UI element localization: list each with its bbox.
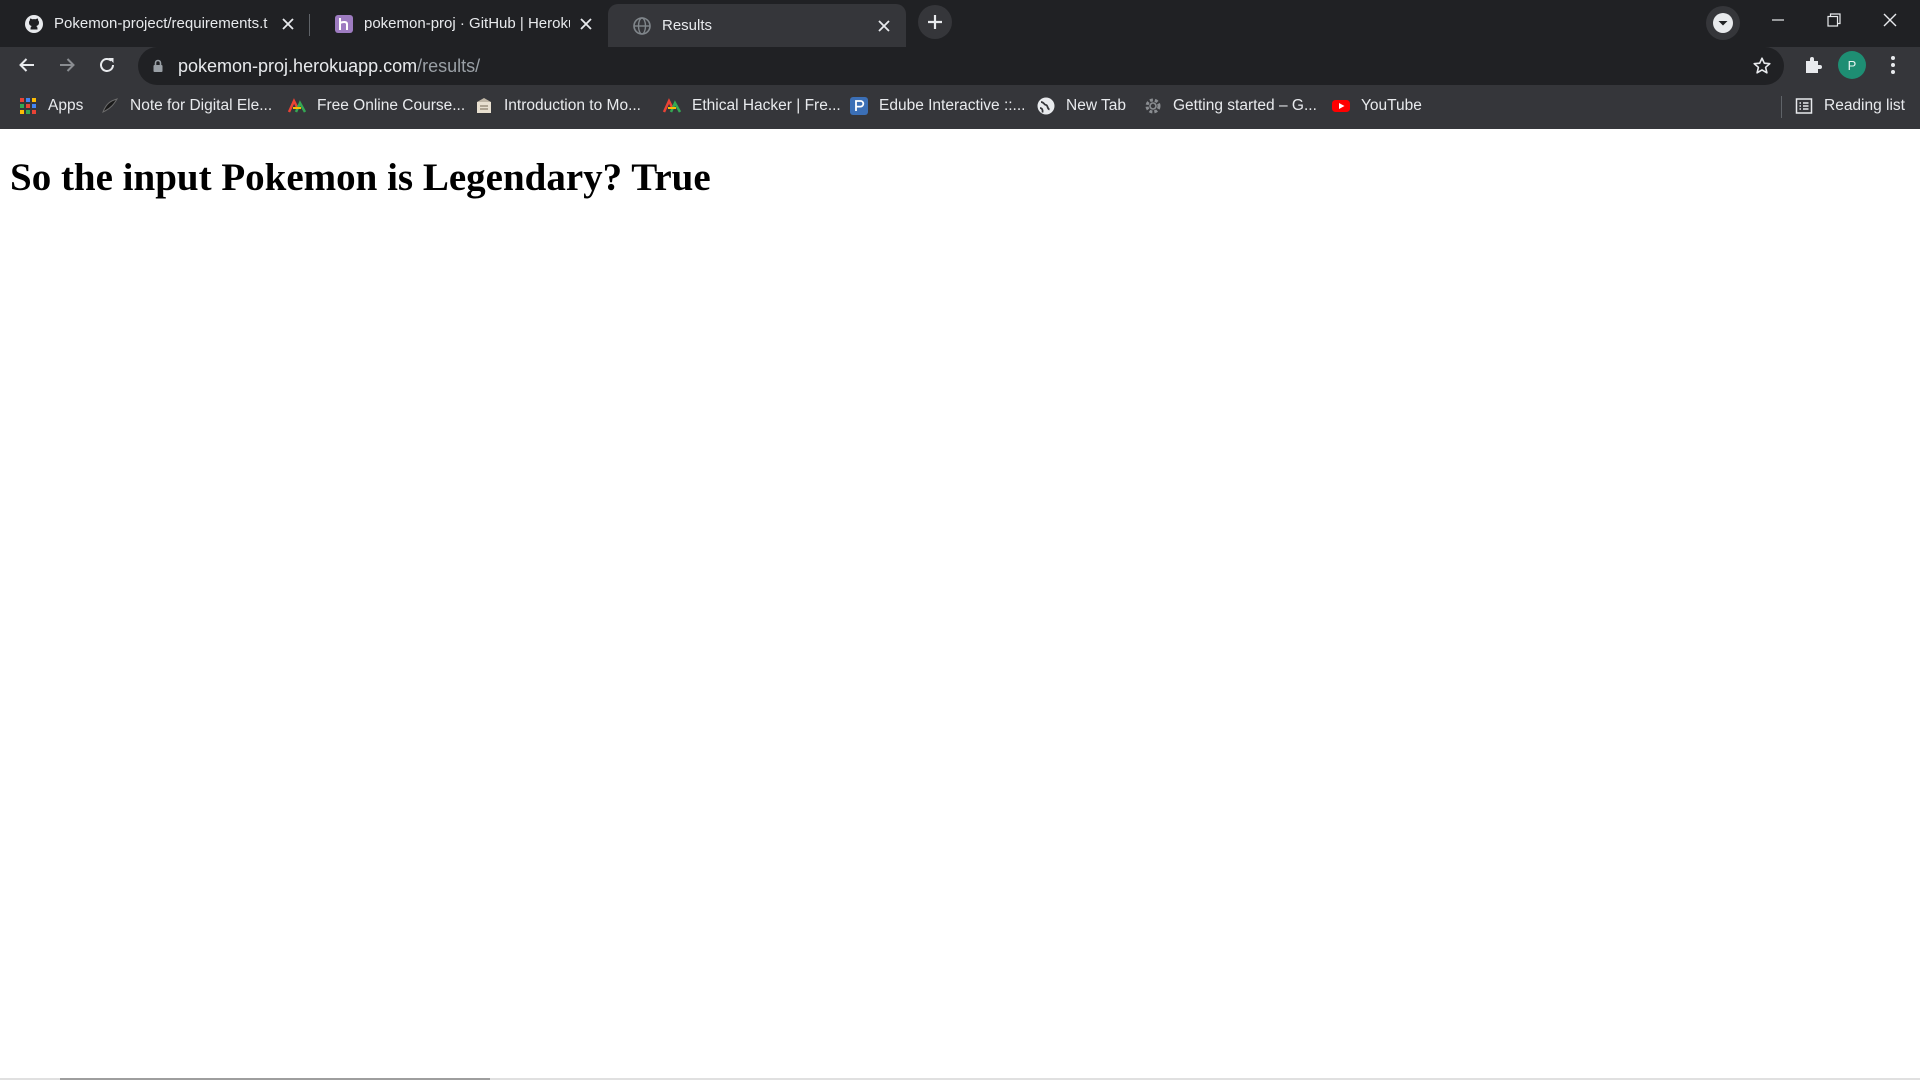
tab-title: pokemon-proj · GitHub | Heroku [364, 15, 570, 32]
tab-strip: Pokemon-project/requirements.t pokemon-p… [0, 0, 1920, 47]
bookmark-apps[interactable]: Apps [18, 89, 83, 123]
restore-icon [1827, 13, 1841, 27]
bookmark-label: YouTube [1361, 97, 1422, 114]
forward-button[interactable] [51, 49, 83, 81]
globe-icon [1036, 96, 1056, 116]
reload-icon [100, 58, 114, 72]
book-icon [474, 96, 494, 116]
browser-chrome: Pokemon-project/requirements.t pokemon-p… [0, 0, 1920, 129]
url-host: pokemon-proj.herokuapp.com [178, 56, 418, 76]
tab-results[interactable]: Results [608, 4, 906, 47]
tab-search-button[interactable] [1706, 6, 1740, 40]
chevron-down-icon [1713, 13, 1733, 33]
gear-icon [1143, 96, 1163, 116]
bookmark-note-digital-electronics[interactable]: Note for Digital Ele... [100, 89, 272, 123]
close-window-button[interactable] [1862, 0, 1918, 40]
bookmark-star-icon[interactable] [1752, 56, 1772, 76]
bookmarks-divider [1781, 96, 1782, 118]
edube-icon [849, 96, 869, 116]
close-tab-icon[interactable] [576, 14, 596, 34]
bookmark-getting-started[interactable]: Getting started – G... [1143, 89, 1317, 123]
bookmarks-bar: Apps Note for Digital Ele... Free Online… [0, 89, 1920, 123]
reading-list-icon [1794, 96, 1814, 116]
bookmark-label: Ethical Hacker | Fre... [692, 97, 841, 114]
close-tab-icon[interactable] [278, 14, 298, 34]
extensions-button[interactable] [1798, 50, 1828, 80]
bookmark-label: New Tab [1066, 97, 1127, 114]
result-heading: So the input Pokemon is Legendary? True [10, 156, 711, 199]
lock-icon[interactable] [150, 58, 166, 74]
minimize-icon [1772, 19, 1784, 21]
bookmark-label: Free Online Course... [317, 97, 466, 114]
bookmark-youtube[interactable]: YouTube [1331, 89, 1422, 123]
bookmark-label: Edube Interactive ::... [879, 97, 1026, 114]
bookmark-label: Getting started – G... [1173, 97, 1317, 114]
reload-button[interactable] [91, 49, 123, 81]
profile-avatar[interactable]: P [1838, 51, 1866, 79]
address-bar[interactable]: pokemon-proj.herokuapp.com/results/ [138, 47, 1784, 85]
bookmark-introduction[interactable]: Introduction to Mo... [474, 89, 641, 123]
url-text[interactable]: pokemon-proj.herokuapp.com/results/ [178, 47, 480, 85]
reading-list-button[interactable]: Reading list [1794, 89, 1905, 123]
browser-menu-button[interactable] [1880, 50, 1906, 80]
restore-button[interactable] [1806, 0, 1862, 40]
bookmark-label: Apps [48, 97, 84, 114]
youtube-icon [1331, 96, 1351, 116]
tab-heroku[interactable]: pokemon-proj · GitHub | Heroku [310, 4, 608, 43]
bookmark-edube[interactable]: Edube Interactive ::... [849, 89, 1025, 123]
github-icon [24, 14, 44, 34]
arrow-left-icon [19, 58, 34, 72]
tab-title: Results [662, 17, 713, 34]
back-button[interactable] [11, 49, 43, 81]
minimize-button[interactable] [1750, 0, 1806, 40]
course-icon [287, 96, 307, 116]
bookmark-label: Introduction to Mo... [504, 97, 641, 114]
close-tab-icon[interactable] [874, 16, 894, 36]
kebab-menu-icon [1891, 56, 1895, 74]
plus-icon [928, 15, 942, 29]
url-path: /results/ [417, 56, 481, 76]
globe-icon [632, 16, 652, 36]
note-icon [100, 96, 120, 116]
bookmark-ethical-hacker[interactable]: Ethical Hacker | Fre... [662, 89, 841, 123]
new-tab-button[interactable] [918, 5, 952, 39]
bookmark-label: Note for Digital Ele... [130, 97, 273, 114]
reading-list-label: Reading list [1824, 97, 1905, 114]
close-icon [1883, 13, 1897, 27]
course-icon [662, 96, 682, 116]
page-content: So the input Pokemon is Legendary? True [0, 129, 1920, 1080]
bookmark-free-online-course[interactable]: Free Online Course... [287, 89, 465, 123]
bookmark-new-tab[interactable]: New Tab [1036, 89, 1126, 123]
tab-github-requirements[interactable]: Pokemon-project/requirements.t [0, 4, 310, 43]
heroku-icon [334, 14, 354, 34]
puzzle-piece-icon [1806, 57, 1822, 73]
apps-grid-icon [18, 96, 38, 116]
arrow-right-icon [60, 58, 75, 72]
tab-title: Pokemon-project/requirements.t [54, 15, 268, 32]
